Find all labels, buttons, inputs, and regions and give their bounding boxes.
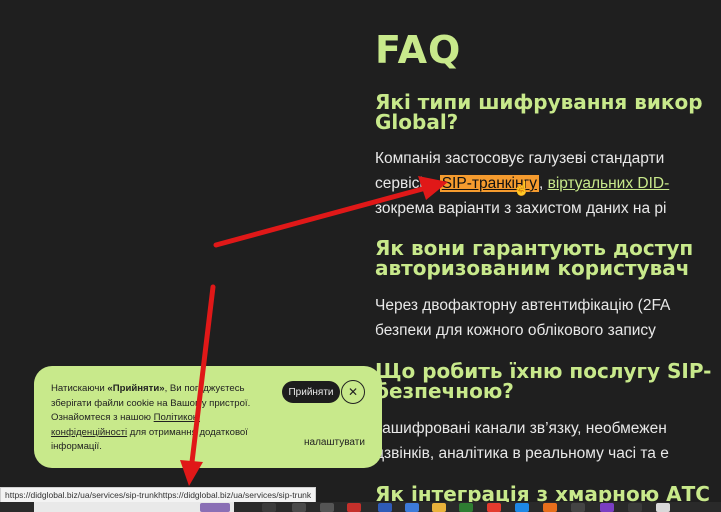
faq-answer-2-line-2: безпеки для кожного облікового запису <box>375 322 656 339</box>
faq-answer-2: Через двофакторну автентифікацію (2FA бе… <box>375 293 670 343</box>
accept-cookies-button[interactable]: Прийняти <box>282 381 340 403</box>
taskbar-app-icon[interactable] <box>571 503 585 512</box>
taskbar-app-icon[interactable] <box>515 503 529 512</box>
faq-answer-3: зашифровані канали зв’язку, необмежен дз… <box>375 416 669 466</box>
taskbar-app-icon[interactable] <box>656 503 670 512</box>
taskbar-app-icon[interactable] <box>543 503 557 512</box>
cookie-text: Натискаючи «Прийняти», Ви погоджуєтесь з… <box>51 382 261 455</box>
faq-question-1-line-2: Global? <box>375 110 459 134</box>
virtual-did-link[interactable]: віртуальних DID- <box>548 175 670 192</box>
faq-answer-1-line-3: зокрема варіанти з захистом даних на рі <box>375 200 667 217</box>
faq-question-4-line-1: Як інтеграція з хмарною АТС <box>375 482 710 506</box>
taskbar-app-icon[interactable] <box>262 503 276 512</box>
taskbar-app-icon[interactable] <box>320 503 334 512</box>
faq-question-3-line-1: Що робить їхню послугу SIP- <box>375 359 712 383</box>
link-separator: , <box>538 175 548 192</box>
taskbar-app-icon[interactable] <box>378 503 392 512</box>
cookie-settings-link[interactable]: налаштувати <box>304 437 365 448</box>
faq-question-2[interactable]: Як вони гарантують доступ авторизованим … <box>375 238 693 278</box>
faq-question-3-line-2: безпечною? <box>375 379 514 403</box>
faq-question-4[interactable]: Як інтеграція з хмарною АТС <box>375 484 710 504</box>
faq-question-2-line-1: Як вони гарантують доступ <box>375 236 694 260</box>
faq-answer-1-line-2-text: сервісів: <box>375 175 440 192</box>
faq-answer-2-line-1: Через двофакторну автентифікацію (2FA <box>375 297 671 314</box>
taskbar <box>0 502 721 512</box>
hand-cursor-icon: ☝ <box>513 180 531 196</box>
taskbar-app-icon[interactable] <box>459 503 473 512</box>
close-icon[interactable]: ✕ <box>341 380 365 404</box>
taskbar-app-icon[interactable] <box>432 503 446 512</box>
faq-answer-3-line-2: дзвінків, аналітика в реальному часі та … <box>375 445 669 462</box>
taskbar-widget-icon[interactable] <box>200 503 230 512</box>
faq-answer-3-line-1: зашифровані канали зв’язку, необмежен <box>375 420 667 437</box>
faq-question-1[interactable]: Які типи шифрування викор Global? <box>375 92 703 132</box>
cookie-text-intro: Натискаючи <box>51 383 108 394</box>
faq-answer-1-line-1: Компанія застосовує галузеві стандарти <box>375 150 665 167</box>
taskbar-app-icon[interactable] <box>600 503 614 512</box>
cookie-banner: Натискаючи «Прийняти», Ви погоджуєтесь з… <box>34 366 382 468</box>
taskbar-app-icon[interactable] <box>487 503 501 512</box>
faq-question-1-line-1: Які типи шифрування викор <box>375 90 703 114</box>
taskbar-app-icon[interactable] <box>347 503 361 512</box>
page: FAQ Які типи шифрування викор Global? Ко… <box>0 0 721 512</box>
taskbar-app-icon[interactable] <box>628 503 642 512</box>
faq-title: FAQ <box>375 28 462 72</box>
taskbar-app-icon[interactable] <box>405 503 419 512</box>
faq-question-3[interactable]: Що робить їхню послугу SIP- безпечною? <box>375 361 711 401</box>
faq-question-2-line-2: авторизованим користувач <box>375 256 690 280</box>
cookie-accept-word: «Прийняти» <box>107 383 165 394</box>
taskbar-app-icon[interactable] <box>292 503 306 512</box>
